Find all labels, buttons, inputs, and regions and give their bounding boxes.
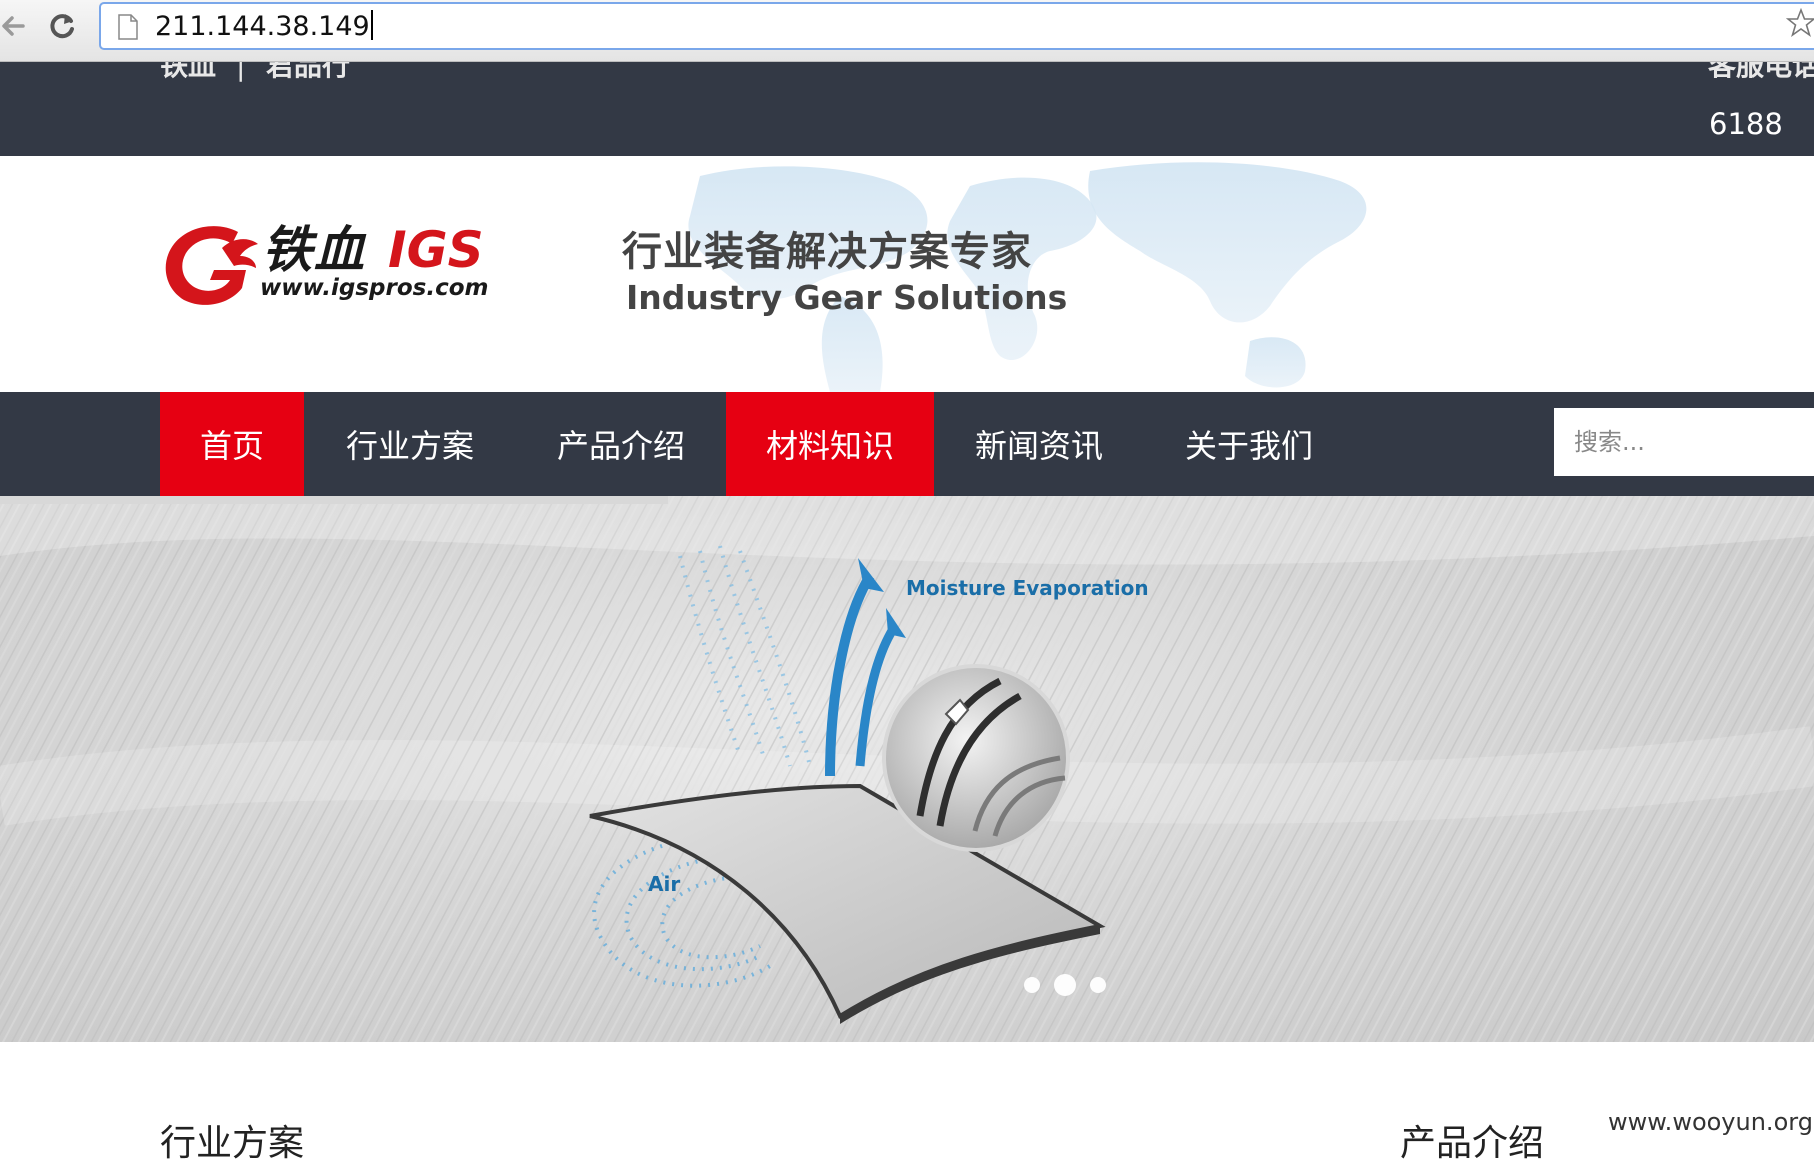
slogan-cn: 行业装备解决方案专家: [622, 229, 1032, 275]
hotline-number: 6188: [1709, 107, 1783, 141]
nav-item-label: 材料知识: [765, 427, 894, 465]
back-button[interactable]: [0, 6, 34, 46]
brand-url: www.igspros.com: [260, 275, 489, 301]
air-label: Air: [648, 872, 681, 896]
top-link-junpinhang[interactable]: 君品行: [266, 62, 350, 84]
slogan-en: Industry Gear Solutions: [626, 278, 1068, 317]
nav-item-label: 首页: [199, 427, 264, 465]
nav-item-label: 产品介绍: [556, 427, 685, 465]
section-title-products: 产品介绍: [1400, 1123, 1545, 1164]
nav-item-industry-solutions[interactable]: 行业方案: [304, 392, 516, 496]
igs-dragon-logo-icon: [165, 226, 258, 305]
reload-button[interactable]: [42, 6, 82, 46]
nav-item-news[interactable]: 新闻资讯: [934, 392, 1144, 496]
slider-dot[interactable]: [1090, 977, 1106, 993]
reload-icon: [50, 14, 74, 39]
top-separator: |: [236, 62, 246, 82]
nav-item-label: 关于我们: [1184, 427, 1313, 465]
address-bar[interactable]: 211.144.38.149: [99, 2, 1814, 50]
slider-dots: [1024, 974, 1106, 996]
slider-dot[interactable]: [1024, 977, 1040, 993]
nav-item-label: 行业方案: [345, 427, 474, 465]
banner-progress-line: [0, 496, 668, 504]
brand-name-en: IGS: [388, 221, 484, 279]
nav-item-label: 新闻资讯: [974, 427, 1103, 465]
search-input[interactable]: [1554, 408, 1814, 476]
top-info-bar: 铁血 | 君品行 客服电话 6188: [0, 62, 1814, 156]
main-nav: 首页 行业方案 产品介绍 材料知识 新闻资讯 关于我们: [0, 392, 1814, 496]
browser-toolbar: 211.144.38.149: [0, 0, 1814, 62]
site-header: 铁血 IGS www.igspros.com 行业装备解决方案专家 Indust…: [0, 156, 1814, 392]
back-arrow-icon: [2, 16, 25, 36]
hotline-label: 客服电话: [1708, 62, 1814, 82]
nav-item-products[interactable]: 产品介绍: [516, 392, 726, 496]
top-link-tiexue[interactable]: 铁血: [160, 62, 216, 84]
nav-item-about[interactable]: 关于我们: [1144, 392, 1354, 496]
moisture-evaporation-label: Moisture Evaporation: [906, 576, 1149, 600]
text-caret: [370, 10, 373, 40]
brand-name-cn: 铁血: [262, 221, 366, 279]
url-text: 211.144.38.149: [155, 10, 373, 44]
watermark: www.wooyun.org: [1608, 1108, 1813, 1136]
page-icon: [118, 14, 138, 40]
slider-dot-active[interactable]: [1054, 974, 1076, 996]
hero-banner: Moisture Evaporation Air: [0, 496, 1814, 1042]
nav-item-home[interactable]: 首页: [160, 392, 304, 496]
nav-item-materials[interactable]: 材料知识: [726, 392, 934, 496]
bookmark-star-icon[interactable]: [1786, 8, 1814, 38]
section-title-industry-solutions: 行业方案: [160, 1123, 305, 1164]
